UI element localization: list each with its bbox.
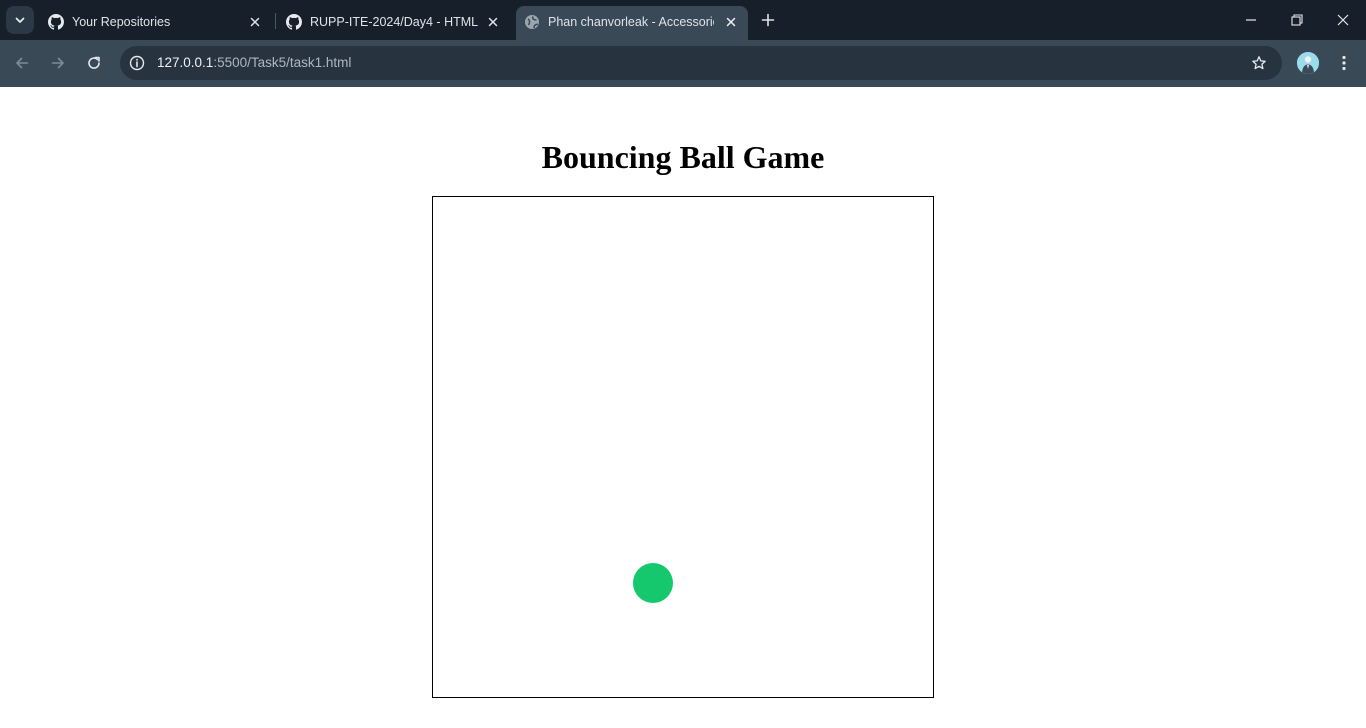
bookmark-button[interactable] [1250,54,1268,72]
browser-toolbar: 127.0.0.1:5500/Task5/task1.html [0,40,1366,87]
tab-your-repositories[interactable]: Your Repositories [38,6,274,40]
site-info-button[interactable] [128,54,146,72]
back-button[interactable] [10,51,34,75]
new-tab-button[interactable] [758,10,778,30]
more-vert-icon [1342,55,1346,71]
close-icon [726,17,736,27]
arrow-left-icon [16,57,29,69]
tab-strip: Your Repositories RUPP-ITE-2024/Day4 - H… [0,0,1366,40]
url-path: :5500/Task5/task1.html [213,55,352,70]
page-content: Bouncing Ball Game [0,87,1366,728]
arrow-right-icon [51,57,64,69]
plus-icon [761,13,775,27]
tab-phan-chanvorleak[interactable]: Phan chanvorleak - Accessories [516,6,748,40]
tab-title: RUPP-ITE-2024/Day4 - HTML - ( [310,15,478,29]
page-title: Bouncing Ball Game [541,139,825,175]
tab-title: Your Repositories [72,15,171,29]
game-board[interactable] [432,196,934,698]
reload-button[interactable] [82,51,106,75]
reload-icon [88,56,100,69]
github-icon [48,14,64,30]
profile-icon [1297,52,1319,74]
close-tab-button[interactable] [484,13,502,31]
url-text: 127.0.0.1:5500/Task5/task1.html [157,54,351,72]
tab-title: Phan chanvorleak - Accessories [548,15,714,29]
github-icon [286,14,302,30]
restore-button[interactable] [1285,8,1309,32]
restore-icon [1291,14,1303,26]
close-window-button[interactable] [1331,8,1355,32]
browser-menu-button[interactable] [1334,51,1354,75]
close-icon [1337,14,1349,26]
close-tab-button[interactable] [246,13,264,31]
minimize-button[interactable] [1239,8,1263,32]
minimize-icon [1246,19,1256,21]
url-host: 127.0.0.1 [157,55,214,70]
globe-icon [525,15,539,29]
info-icon [129,55,145,71]
close-tab-button[interactable] [722,13,740,31]
close-icon [250,17,260,27]
profile-avatar[interactable] [1297,52,1319,74]
forward-button[interactable] [46,51,70,75]
address-bar[interactable]: 127.0.0.1:5500/Task5/task1.html [120,46,1282,80]
star-icon [1252,56,1266,70]
tab-search-button[interactable] [6,6,34,34]
bouncing-ball [633,563,673,603]
close-icon [488,17,498,27]
chevron-down-icon [15,17,25,23]
tab-rupp-ite-day4[interactable]: RUPP-ITE-2024/Day4 - HTML - ( [276,6,512,40]
